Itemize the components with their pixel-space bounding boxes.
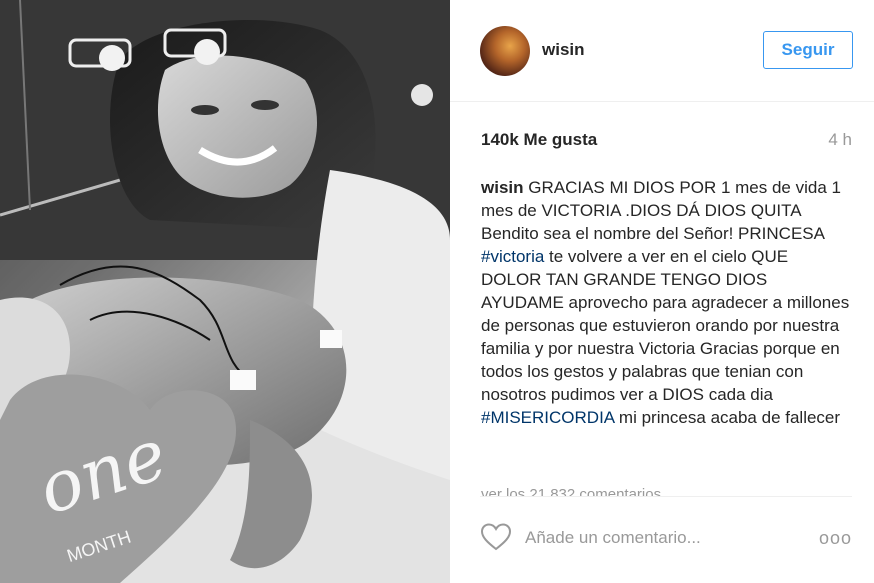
post-photo[interactable]: one MONTH xyxy=(0,0,450,583)
more-options-icon[interactable]: ooo xyxy=(819,528,852,549)
comment-input[interactable] xyxy=(525,524,805,552)
hashtag-link[interactable]: #MISERICORDIA xyxy=(481,408,614,427)
photo-illustration: one MONTH xyxy=(0,0,450,583)
post-caption: wisin GRACIAS MI DIOS POR 1 mes de vida … xyxy=(481,176,851,429)
avatar[interactable] xyxy=(480,26,530,76)
caption-text-2: te volvere a ver en el cielo QUE DOLOR T… xyxy=(481,247,850,404)
post-header: wisin Seguir xyxy=(450,0,874,102)
post-time[interactable]: 4 h xyxy=(828,130,852,150)
header-username[interactable]: wisin xyxy=(542,40,585,60)
heart-outline-icon[interactable] xyxy=(481,523,511,551)
caption-username[interactable]: wisin xyxy=(481,178,524,197)
likes-count[interactable]: 140k Me gusta xyxy=(481,130,597,150)
caption-text-3: mi princesa acaba de fallecer xyxy=(614,408,841,427)
caption-text-1: GRACIAS MI DIOS POR 1 mes de vida 1 mes … xyxy=(481,178,841,243)
view-all-comments-link[interactable]: ver los 21.832 comentarios xyxy=(481,484,841,496)
post-details-panel: wisin Seguir 140k Me gusta 4 h wisin GRA… xyxy=(450,0,874,583)
divider xyxy=(480,496,852,497)
hashtag-link[interactable]: #victoria xyxy=(481,247,544,266)
follow-button[interactable]: Seguir xyxy=(763,31,853,69)
